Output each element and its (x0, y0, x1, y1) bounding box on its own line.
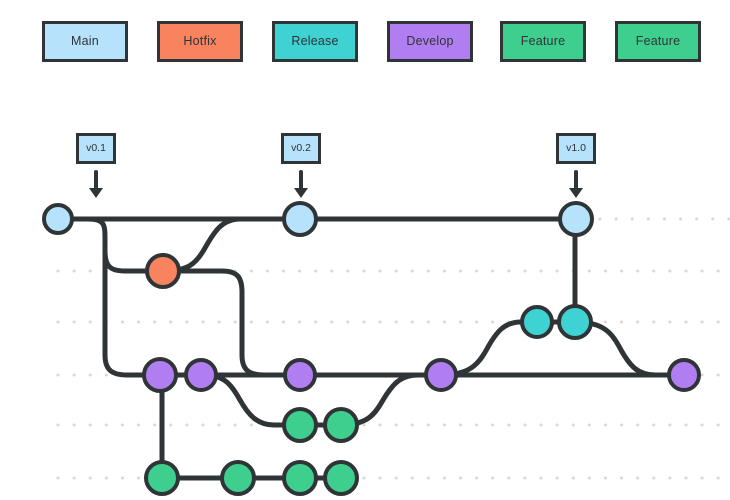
edge-release-to-develop (572, 319, 687, 378)
commit-node-hotfix-commit-1[interactable] (145, 253, 181, 289)
commit-node-main-commit-1[interactable] (42, 203, 74, 235)
version-tag-label: v0.2 (291, 142, 311, 155)
tag-arrows (89, 170, 583, 198)
commit-node-develop-commit-5[interactable] (667, 358, 701, 392)
tag-arrow-head-v0.1 (89, 188, 103, 198)
commit-nodes (42, 201, 701, 496)
tag-arrow-head-v1.0 (569, 188, 583, 198)
commit-node-feature1-commit-1[interactable] (282, 407, 318, 443)
commit-node-release-commit-2[interactable] (557, 304, 593, 340)
commit-node-develop-commit-1[interactable] (142, 357, 178, 393)
version-tag-label: v1.0 (566, 142, 586, 155)
version-tag-label: v0.1 (86, 142, 106, 155)
commit-node-develop-commit-2[interactable] (184, 358, 218, 392)
commit-node-develop-commit-3[interactable] (283, 358, 317, 392)
commit-node-feature2-commit-3[interactable] (282, 460, 318, 496)
commit-node-release-commit-1[interactable] (520, 305, 554, 339)
version-tag-v0.2[interactable]: v0.2 (281, 133, 321, 164)
version-tag-v1.0[interactable]: v1.0 (556, 133, 596, 164)
commit-node-feature1-commit-2[interactable] (323, 407, 359, 443)
commit-node-feature2-commit-2[interactable] (220, 460, 256, 496)
commit-node-feature2-commit-1[interactable] (144, 460, 180, 496)
version-tag-v0.1[interactable]: v0.1 (76, 133, 116, 164)
commit-graph (42, 170, 730, 496)
edge-hotfix-to-develop (160, 268, 303, 378)
gitflow-diagram: Main Hotfix Release Develop Feature Feature v… (0, 0, 730, 500)
tag-arrow-head-v0.2 (294, 188, 308, 198)
commit-node-feature2-commit-4[interactable] (323, 460, 359, 496)
commit-node-develop-commit-4[interactable] (424, 358, 458, 392)
edge-hotfix-to-main (160, 216, 303, 274)
commit-node-main-commit-2[interactable] (282, 201, 318, 237)
commit-node-main-commit-3[interactable] (558, 201, 594, 237)
